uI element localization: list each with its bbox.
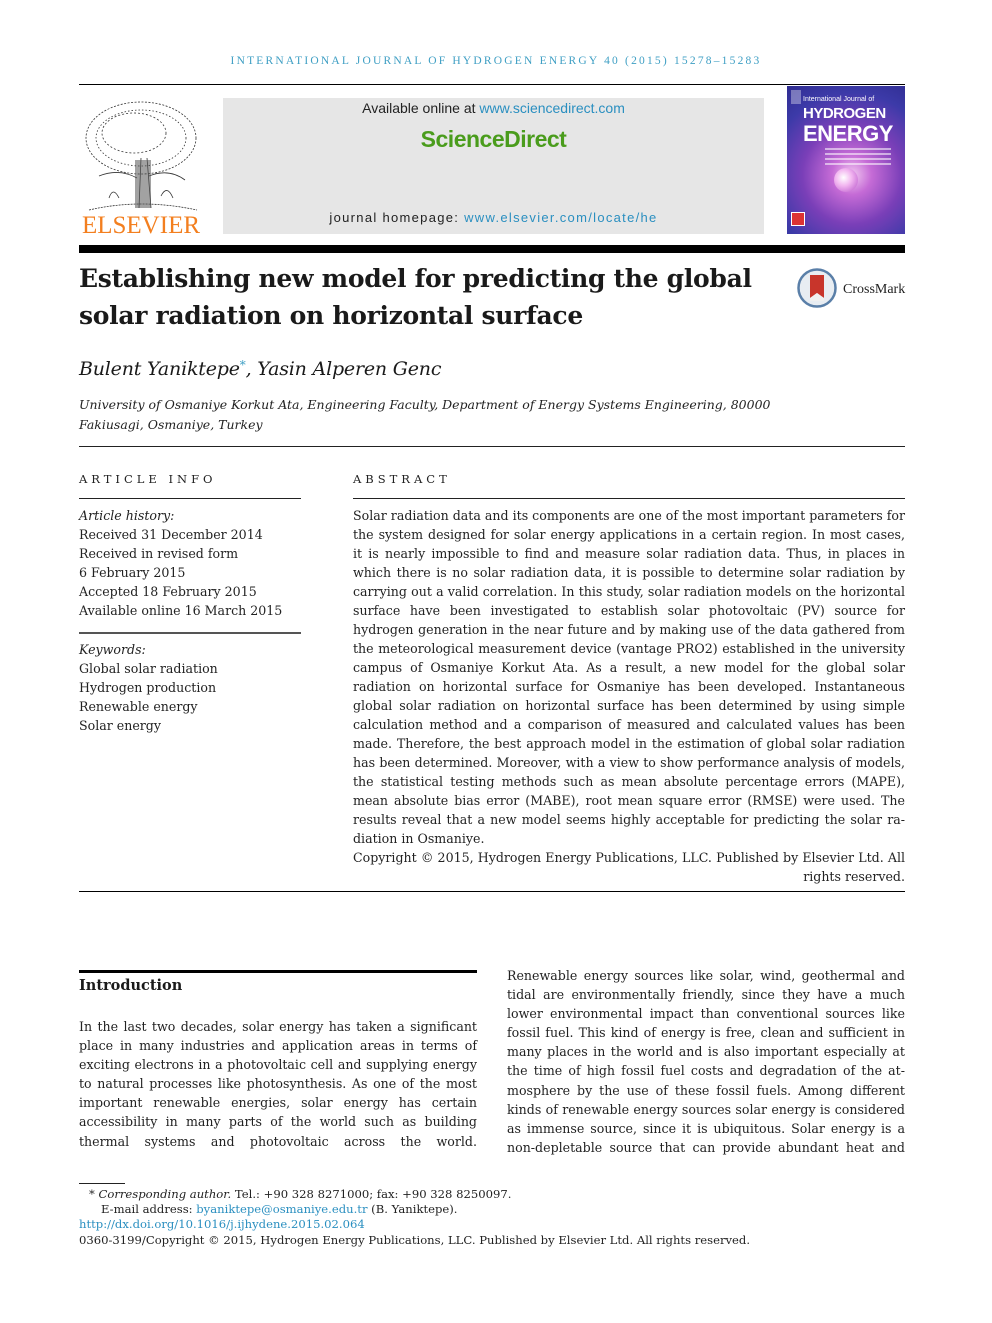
history-item: 6 February 2015 — [79, 565, 186, 580]
article-history: Article history: Received 31 December 20… — [79, 506, 309, 620]
elsevier-wordmark: ELSEVIER — [81, 212, 201, 239]
history-item: Received in revised form — [79, 546, 239, 561]
divider — [79, 446, 905, 447]
doi-link[interactable]: http://dx.doi.org/10.1016/j.ijhydene.201… — [79, 1216, 905, 1232]
footnote-mark: * — [89, 1187, 95, 1201]
corresponding-author-footnote: * Corresponding author. Tel.: +90 328 82… — [79, 1186, 905, 1202]
keywords: Keywords: Global solar radiation Hydroge… — [79, 640, 309, 735]
available-online-label: Available online at — [362, 100, 480, 116]
article-history-label: Article history: — [79, 508, 175, 523]
cover-title-line2: HYDROGEN — [803, 105, 886, 122]
article-title: Establishing new model for predicting th… — [79, 264, 752, 330]
cover-title-line3: ENERGY — [803, 121, 893, 146]
keyword-item: Renewable energy — [79, 699, 198, 714]
email-footnote: E-mail address: byaniktepe@osmaniye.edu.… — [79, 1201, 905, 1217]
email-label: E-mail address: — [101, 1202, 197, 1216]
cover-badge-icon — [791, 212, 805, 226]
cover-editors-block — [825, 148, 891, 168]
divider — [79, 632, 301, 634]
abstract-body: Solar radiation data and its components … — [353, 506, 905, 886]
journal-homepage-label: journal homepage: — [329, 210, 465, 225]
crossmark-icon[interactable] — [797, 268, 837, 308]
history-item: Received 31 December 2014 — [79, 527, 263, 542]
journal-citation-line: International Journal of Hydrogen Energy… — [230, 55, 762, 67]
article-info-heading: ARTICLE INFO — [79, 472, 217, 486]
section-rule — [79, 970, 477, 973]
keyword-item: Global solar radiation — [79, 661, 218, 676]
divider — [79, 498, 301, 499]
available-online-line: Available online at www.sciencedirect.co… — [223, 100, 764, 116]
author-name[interactable]: Yasin Alperen Genc — [257, 358, 441, 380]
introduction-left-column: In the last two decades, solar energy ha… — [79, 1019, 477, 1149]
author-list: Bulent Yaniktepe*, Yasin Alperen Genc — [79, 358, 441, 380]
abstract-copyright: Copyright © 2015, Hydrogen Energy Public… — [353, 850, 905, 884]
email-link[interactable]: byaniktepe@osmaniye.edu.tr — [196, 1202, 367, 1216]
corresponding-author-label: Corresponding author. — [98, 1187, 232, 1201]
history-item: Accepted 18 February 2015 — [79, 584, 257, 599]
contact-info: Tel.: +90 328 8271000; fax: +90 328 8250… — [231, 1187, 512, 1201]
cover-publisher-icon — [791, 90, 801, 104]
keyword-item: Hydrogen production — [79, 680, 217, 695]
abstract-text: Solar radiation data and its components … — [353, 508, 905, 846]
introduction-heading: Introduction — [79, 977, 183, 994]
keyword-item: Solar energy — [79, 718, 161, 733]
author-separator: , — [245, 358, 258, 380]
cover-orb-graphic — [834, 168, 858, 192]
history-item: Available online 16 March 2015 — [79, 603, 283, 618]
cover-title-line1: International Journal of — [803, 96, 875, 103]
journal-cover-image: International Journal of HYDROGEN ENERGY — [787, 86, 905, 234]
journal-homepage-link[interactable]: www.elsevier.com/locate/he — [464, 210, 657, 225]
footnote-rule — [79, 1183, 125, 1184]
author-affiliation: University of Osmaniye Korkut Ata, Engin… — [79, 397, 771, 432]
sciencedirect-brand: ScienceDirect — [420, 126, 567, 152]
author-name[interactable]: Bulent Yaniktepe — [79, 358, 240, 380]
journal-homepage-line: journal homepage: www.elsevier.com/locat… — [223, 210, 764, 225]
divider — [353, 498, 905, 499]
introduction-right-column: Renewable energy sources like solar, win… — [507, 968, 905, 1155]
email-owner: (B. Yaniktepe). — [367, 1202, 458, 1216]
abstract-heading: ABSTRACT — [353, 472, 451, 486]
divider — [79, 891, 905, 892]
header-thick-rule — [79, 245, 905, 253]
issn-copyright: 0360-3199/Copyright © 2015, Hydrogen Ene… — [79, 1233, 750, 1247]
sciencedirect-link[interactable]: www.sciencedirect.com — [479, 100, 625, 116]
keywords-label: Keywords: — [79, 642, 146, 657]
header-rule — [79, 84, 905, 85]
crossmark-label[interactable]: CrossMark — [843, 282, 905, 298]
